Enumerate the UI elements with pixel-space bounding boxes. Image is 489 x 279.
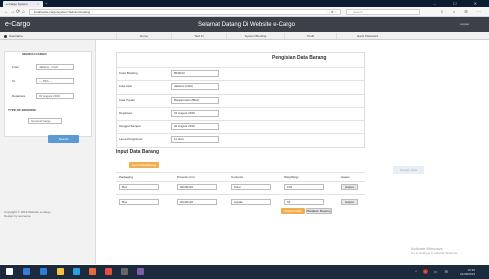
clock-date: 01/08/2019 xyxy=(459,272,475,276)
tanggal-sampai-label: Tanggal Sampai xyxy=(119,124,141,128)
kode-booking-input[interactable]: BK0013 xyxy=(171,70,219,77)
table-divider xyxy=(116,181,365,182)
menu-item-password[interactable]: Ganti Password xyxy=(336,33,398,39)
from-select[interactable]: Jakarta - CGK xyxy=(36,64,74,70)
header-packaging: Packaging xyxy=(119,175,134,179)
header-dimensi: Dimensi (cm) xyxy=(177,175,195,179)
windows-taskbar: ^ ◐ ▭ ✉ 16:35 01/08/2019 xyxy=(0,265,489,279)
row-1-dimensi-input[interactable]: 30x30x30 xyxy=(177,184,217,190)
type-of-booking-title: TYPE OF BOOKING xyxy=(8,108,37,112)
new-tab-icon[interactable]: + xyxy=(45,1,47,6)
row-1-hapus-button[interactable]: Hapus xyxy=(341,184,358,190)
edge-icon[interactable] xyxy=(40,268,47,275)
site-header: e-Cargo Selamat Datang Di Website e-Carg… xyxy=(0,17,489,32)
to-label: To xyxy=(12,79,16,83)
form-row-lama-pengiriman: Lama Pengiriman 1x Hari xyxy=(116,133,365,144)
welcome-title: Selamat Datang Di Website e-Cargo xyxy=(198,22,295,28)
watermark-line-2: Go to Settings to activate Windows. xyxy=(411,251,459,255)
departure-date-input[interactable]: 01 August 2019 xyxy=(36,93,74,99)
tab-title: e-Cargo System xyxy=(6,2,28,6)
header-contents: Contents xyxy=(231,175,244,179)
table-divider xyxy=(116,172,365,173)
firefox-icon[interactable] xyxy=(89,268,96,275)
site-brand[interactable]: e-Cargo xyxy=(5,20,30,29)
start-icon[interactable] xyxy=(6,268,13,275)
browser-toolbar-icons[interactable]: ⇩ ⌂ ☰ ⋯ xyxy=(440,9,485,15)
booking-type-select[interactable]: General Cargo xyxy=(28,118,62,124)
kota-tujuan-input[interactable]: Banjarmasin (BDJ) xyxy=(171,97,219,104)
row-1-packaging-input[interactable]: Box xyxy=(119,184,159,190)
search-button[interactable]: Search xyxy=(48,135,79,143)
row-2-packaging-input[interactable]: Box xyxy=(119,199,159,205)
window-controls[interactable]: – ☐ ✕ xyxy=(434,0,485,7)
browser-search-input[interactable]: ⌕ Search xyxy=(346,9,420,15)
form-row-departure: Departure 01 August 2019 xyxy=(116,107,365,118)
logout-link[interactable]: Logout xyxy=(460,22,469,27)
row-1-weight-input[interactable]: 105 xyxy=(284,184,324,190)
lama-pengiriman-input[interactable]: 1x Hari xyxy=(171,136,219,143)
copyright: Copyright © 2019 Website e-Cargo Design … xyxy=(4,210,51,218)
header-hapus: Hapus xyxy=(341,175,350,179)
browser-tab-bar: e-Cargo System × + – ☐ ✕ xyxy=(0,0,489,7)
form-row-kode-booking: Kode Booking BK0013 xyxy=(116,67,365,78)
app-icon[interactable] xyxy=(121,268,128,275)
tanggal-sampai-input[interactable]: 02 August 2019 xyxy=(171,123,219,130)
input-data-barang-title: Input Data Barang xyxy=(116,149,160,155)
browser-nav-bar: ← → ⟳ ⌂ localhost/e-cargo/system/?admin=… xyxy=(0,7,489,17)
menu-item-home[interactable]: Home xyxy=(116,33,171,39)
menu-item-booking[interactable]: System Booking xyxy=(226,33,284,39)
kota-asal-input[interactable]: Jakarta (CGK) xyxy=(171,83,219,90)
chrome-icon[interactable] xyxy=(73,268,80,275)
form-title: Pengisian Data Barang xyxy=(272,55,327,61)
save-data-button[interactable]: Simpan Data xyxy=(281,208,305,214)
kota-asal-label: Kota Asal xyxy=(119,84,132,88)
home-icon[interactable]: ⌂ xyxy=(22,9,25,15)
to-select[interactable]: --- Pilih --- xyxy=(36,78,74,84)
back-icon[interactable]: ← xyxy=(4,9,9,15)
row-2-hapus-button[interactable]: Hapus xyxy=(341,199,358,205)
lama-pengiriman-label: Lama Pengiriman xyxy=(119,137,143,141)
row-2-weight-input[interactable]: 64 xyxy=(284,199,324,205)
menu-item-profil[interactable]: Profil xyxy=(284,33,336,39)
cancel-booking-button[interactable]: Batalkan Booking xyxy=(306,208,332,214)
username: Username xyxy=(9,34,23,38)
table-divider xyxy=(116,194,365,195)
kota-tujuan-label: Kota Tujuan xyxy=(119,98,136,102)
kode-booking-label: Kode Booking xyxy=(119,71,138,75)
page-actions-icons[interactable]: ⋯ ✿ ☆ xyxy=(327,10,337,14)
app-icon[interactable] xyxy=(137,268,144,275)
search-cargo-title: SEARCH CARGO xyxy=(22,52,47,56)
user-icon xyxy=(4,34,7,38)
url-text: localhost/e-cargo/system/?admin=booking xyxy=(34,10,91,14)
forward-icon[interactable]: → xyxy=(10,9,15,15)
file-explorer-icon[interactable] xyxy=(57,268,64,275)
sidebar: SEARCH CARGO From Jakarta - CGK To --- P… xyxy=(0,40,96,264)
reload-icon[interactable]: ⟳ xyxy=(16,9,20,15)
departure-form-label: Departure xyxy=(119,111,133,115)
row-2-contents-input[interactable]: sepatu xyxy=(231,199,271,205)
menu-item-tarif[interactable]: Tarif Ki xyxy=(171,33,226,39)
clock[interactable]: 16:35 01/08/2019 xyxy=(460,268,475,276)
search-taskbar-icon[interactable] xyxy=(23,268,30,275)
activate-windows-watermark: Activate Windows Go to Settings to activ… xyxy=(411,246,458,255)
copyright-line-2: Design by someone xyxy=(4,214,31,218)
add-item-button[interactable]: Input Data Barang xyxy=(129,162,159,168)
from-label: From xyxy=(12,65,19,69)
departure-form-input[interactable]: 01 August 2019 xyxy=(171,110,219,117)
row-2-dimensi-input[interactable]: 20x20x20 xyxy=(177,199,217,205)
app-icon[interactable] xyxy=(105,268,112,275)
departure-label: Departure xyxy=(12,94,26,98)
header-weight: Weight(kg) xyxy=(284,175,299,179)
search-icon: ⌕ xyxy=(348,10,350,14)
tray-icons[interactable]: ^ ◐ ▭ ✉ xyxy=(415,269,451,274)
form-row-tanggal-sampai: Tanggal Sampai 02 August 2019 xyxy=(116,120,365,131)
user-info: Username xyxy=(4,33,23,39)
search-placeholder: Search xyxy=(353,10,363,14)
row-1-contents-input[interactable]: buku xyxy=(231,184,271,190)
site-menu: Username Home Tarif Ki System Booking Pr… xyxy=(0,32,489,40)
form-row-kota-asal: Kota Asal Jakarta (CGK) xyxy=(116,80,365,91)
form-row-kota-tujuan: Kota Tujuan Banjarmasin (BDJ) xyxy=(116,94,365,105)
url-bar[interactable]: localhost/e-cargo/system/?admin=booking … xyxy=(29,9,341,15)
faded-save-button[interactable]: Simpan Data xyxy=(393,166,424,174)
